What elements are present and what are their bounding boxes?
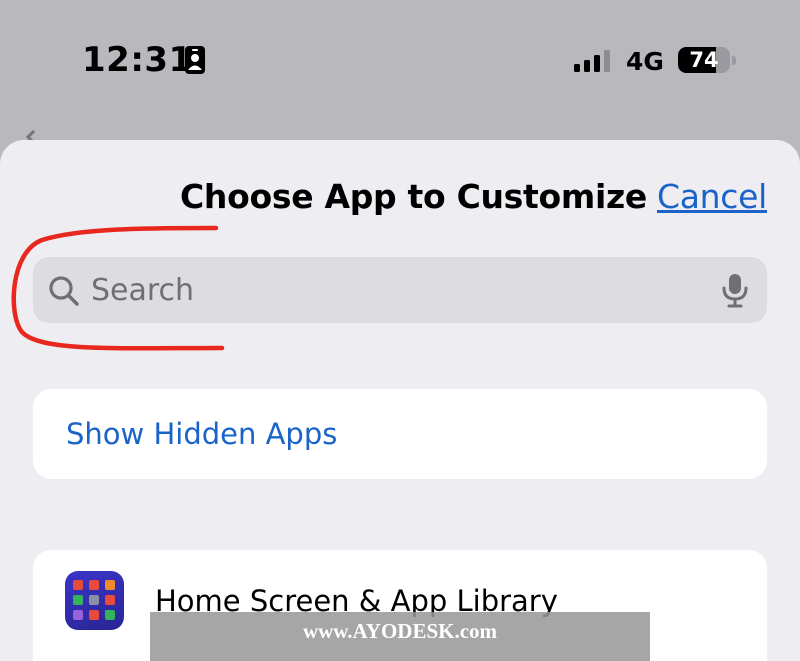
search-input[interactable] [91,257,701,323]
choose-app-sheet: Choose App to Customize Cancel Show Hidd… [0,140,800,661]
watermark: www.AYODESK.com [150,612,650,661]
network-type: 4G [626,47,664,76]
cancel-button[interactable]: Cancel [657,177,767,216]
microphone-icon[interactable] [721,272,749,308]
battery-indicator: 74 [678,47,736,73]
status-time: 12:31 [82,40,193,80]
home-screen-app-icon [65,571,124,630]
sheet-title: Choose App to Customize [180,177,647,216]
search-icon [49,276,79,306]
focus-badge-icon [185,46,205,74]
battery-level: 74 [689,48,719,72]
show-hidden-apps-button[interactable]: Show Hidden Apps [33,389,767,479]
status-bar: 12:31 4G 74 [0,0,800,120]
signal-bars-icon [574,50,610,72]
show-hidden-apps-label: Show Hidden Apps [66,417,338,451]
search-bar[interactable] [33,257,767,323]
